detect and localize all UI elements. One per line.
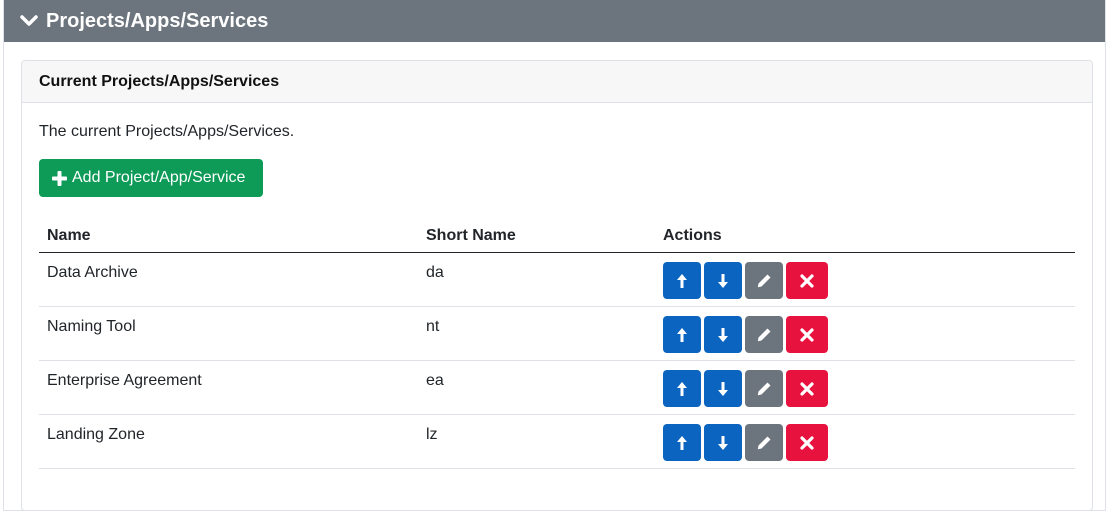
row-short-name: nt <box>418 306 655 361</box>
projects-section: Projects/Apps/Services Current Projects/… <box>3 0 1106 511</box>
close-icon <box>800 273 814 288</box>
table-row: Data Archive da <box>39 252 1075 307</box>
chevron-down-icon <box>20 12 38 30</box>
pencil-icon <box>757 436 771 449</box>
row-name: Naming Tool <box>39 306 418 361</box>
move-down-button[interactable] <box>704 424 742 461</box>
pencil-icon <box>757 274 771 287</box>
arrow-up-icon <box>677 273 687 288</box>
pencil-icon <box>757 328 771 341</box>
move-up-button[interactable] <box>663 316 701 353</box>
row-short-name: da <box>418 252 655 307</box>
delete-button[interactable] <box>786 316 828 353</box>
move-down-button[interactable] <box>704 262 742 299</box>
row-name: Data Archive <box>39 252 418 307</box>
arrow-down-icon <box>718 273 728 288</box>
column-header-short-name: Short Name <box>418 219 655 253</box>
close-icon <box>800 327 814 342</box>
close-icon <box>800 381 814 396</box>
close-icon <box>800 435 814 450</box>
pencil-icon <box>757 382 771 395</box>
card-description: The current Projects/Apps/Services. <box>39 123 295 140</box>
move-down-button[interactable] <box>704 316 742 353</box>
projects-table: Name Short Name Actions Data Archive da <box>39 219 1075 469</box>
table-row: Naming Tool nt <box>39 306 1075 361</box>
delete-button[interactable] <box>786 424 828 461</box>
row-short-name: ea <box>418 360 655 415</box>
arrow-down-icon <box>718 381 728 396</box>
row-name: Landing Zone <box>39 414 418 469</box>
move-down-button[interactable] <box>704 370 742 407</box>
current-projects-card: Current Projects/Apps/Services The curre… <box>21 60 1093 511</box>
row-actions <box>655 306 1075 361</box>
edit-button[interactable] <box>745 424 783 461</box>
row-name: Enterprise Agreement <box>39 360 418 415</box>
move-up-button[interactable] <box>663 424 701 461</box>
column-header-actions: Actions <box>655 219 1075 253</box>
section-header[interactable]: Projects/Apps/Services <box>4 0 1105 42</box>
arrow-down-icon <box>718 435 728 450</box>
arrow-up-icon <box>677 327 687 342</box>
arrow-up-icon <box>677 435 687 450</box>
card-title: Current Projects/Apps/Services <box>22 61 1092 103</box>
arrow-down-icon <box>718 327 728 342</box>
add-project-button[interactable]: Add Project/App/Service <box>39 159 263 197</box>
column-header-name: Name <box>39 219 418 253</box>
arrow-up-icon <box>677 381 687 396</box>
section-title: Projects/Apps/Services <box>46 9 269 32</box>
edit-button[interactable] <box>745 316 783 353</box>
row-actions <box>655 414 1075 469</box>
table-row: Landing Zone lz <box>39 414 1075 469</box>
plus-icon <box>52 170 67 186</box>
move-up-button[interactable] <box>663 262 701 299</box>
edit-button[interactable] <box>745 370 783 407</box>
table-row: Enterprise Agreement ea <box>39 360 1075 415</box>
add-project-label: Add Project/App/Service <box>72 169 246 186</box>
delete-button[interactable] <box>786 262 828 299</box>
row-actions <box>655 252 1075 307</box>
edit-button[interactable] <box>745 262 783 299</box>
table-header-row: Name Short Name Actions <box>39 219 1075 253</box>
row-short-name: lz <box>418 414 655 469</box>
row-actions <box>655 360 1075 415</box>
delete-button[interactable] <box>786 370 828 407</box>
move-up-button[interactable] <box>663 370 701 407</box>
